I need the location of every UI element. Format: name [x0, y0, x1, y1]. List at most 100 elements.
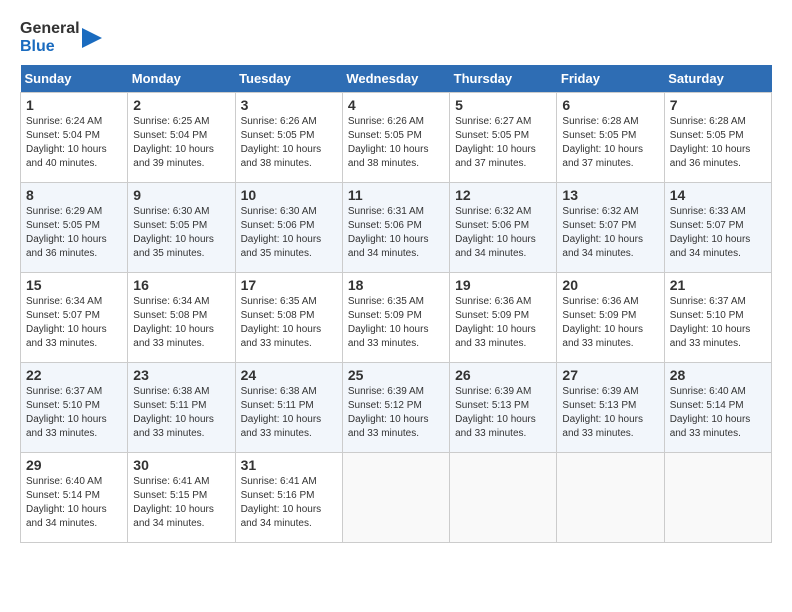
daylight-label: Daylight: 10 hours and 33 minutes.	[348, 324, 429, 349]
weekday-header: Wednesday	[342, 65, 449, 93]
day-number: 27	[562, 367, 658, 383]
sunrise-label: Sunrise: 6:28 AM	[670, 116, 746, 127]
logo: General Blue	[20, 20, 106, 55]
calendar-cell: 23 Sunrise: 6:38 AM Sunset: 5:11 PM Dayl…	[128, 363, 235, 453]
day-number: 14	[670, 187, 766, 203]
sunrise-label: Sunrise: 6:37 AM	[670, 296, 746, 307]
sunset-label: Sunset: 5:08 PM	[241, 310, 315, 321]
sunrise-label: Sunrise: 6:41 AM	[241, 476, 317, 487]
logo-line2: Blue	[20, 38, 80, 56]
day-number: 21	[670, 277, 766, 293]
day-number: 16	[133, 277, 229, 293]
day-info: Sunrise: 6:28 AM Sunset: 5:05 PM Dayligh…	[562, 115, 658, 171]
calendar-cell: 15 Sunrise: 6:34 AM Sunset: 5:07 PM Dayl…	[21, 273, 128, 363]
daylight-label: Daylight: 10 hours and 34 minutes.	[670, 234, 751, 259]
day-info: Sunrise: 6:26 AM Sunset: 5:05 PM Dayligh…	[241, 115, 337, 171]
calendar-cell: 16 Sunrise: 6:34 AM Sunset: 5:08 PM Dayl…	[128, 273, 235, 363]
calendar-cell: 10 Sunrise: 6:30 AM Sunset: 5:06 PM Dayl…	[235, 183, 342, 273]
day-info: Sunrise: 6:39 AM Sunset: 5:13 PM Dayligh…	[562, 385, 658, 441]
day-number: 2	[133, 97, 229, 113]
calendar-cell: 4 Sunrise: 6:26 AM Sunset: 5:05 PM Dayli…	[342, 93, 449, 183]
sunset-label: Sunset: 5:05 PM	[455, 130, 529, 141]
day-number: 19	[455, 277, 551, 293]
sunrise-label: Sunrise: 6:29 AM	[26, 206, 102, 217]
sunrise-label: Sunrise: 6:35 AM	[348, 296, 424, 307]
day-info: Sunrise: 6:32 AM Sunset: 5:07 PM Dayligh…	[562, 205, 658, 261]
weekday-header: Saturday	[664, 65, 771, 93]
day-number: 9	[133, 187, 229, 203]
calendar-week-row: 29 Sunrise: 6:40 AM Sunset: 5:14 PM Dayl…	[21, 453, 772, 543]
day-number: 1	[26, 97, 122, 113]
day-number: 28	[670, 367, 766, 383]
sunrise-label: Sunrise: 6:41 AM	[133, 476, 209, 487]
calendar-cell: 22 Sunrise: 6:37 AM Sunset: 5:10 PM Dayl…	[21, 363, 128, 453]
sunset-label: Sunset: 5:09 PM	[562, 310, 636, 321]
calendar-cell	[450, 453, 557, 543]
sunset-label: Sunset: 5:05 PM	[348, 130, 422, 141]
sunset-label: Sunset: 5:10 PM	[26, 400, 100, 411]
calendar-cell	[342, 453, 449, 543]
sunset-label: Sunset: 5:04 PM	[26, 130, 100, 141]
sunrise-label: Sunrise: 6:24 AM	[26, 116, 102, 127]
daylight-label: Daylight: 10 hours and 36 minutes.	[26, 234, 107, 259]
day-number: 24	[241, 367, 337, 383]
sunrise-label: Sunrise: 6:40 AM	[670, 386, 746, 397]
day-info: Sunrise: 6:39 AM Sunset: 5:12 PM Dayligh…	[348, 385, 444, 441]
day-number: 12	[455, 187, 551, 203]
day-info: Sunrise: 6:35 AM Sunset: 5:08 PM Dayligh…	[241, 295, 337, 351]
sunset-label: Sunset: 5:07 PM	[26, 310, 100, 321]
day-info: Sunrise: 6:34 AM Sunset: 5:07 PM Dayligh…	[26, 295, 122, 351]
sunrise-label: Sunrise: 6:34 AM	[26, 296, 102, 307]
sunset-label: Sunset: 5:04 PM	[133, 130, 207, 141]
day-info: Sunrise: 6:36 AM Sunset: 5:09 PM Dayligh…	[562, 295, 658, 351]
daylight-label: Daylight: 10 hours and 34 minutes.	[348, 234, 429, 259]
daylight-label: Daylight: 10 hours and 33 minutes.	[241, 414, 322, 439]
calendar-cell: 2 Sunrise: 6:25 AM Sunset: 5:04 PM Dayli…	[128, 93, 235, 183]
sunrise-label: Sunrise: 6:28 AM	[562, 116, 638, 127]
calendar-cell: 30 Sunrise: 6:41 AM Sunset: 5:15 PM Dayl…	[128, 453, 235, 543]
calendar-cell: 14 Sunrise: 6:33 AM Sunset: 5:07 PM Dayl…	[664, 183, 771, 273]
sunset-label: Sunset: 5:07 PM	[562, 220, 636, 231]
sunset-label: Sunset: 5:13 PM	[562, 400, 636, 411]
calendar-table: SundayMondayTuesdayWednesdayThursdayFrid…	[20, 65, 772, 543]
weekday-header: Monday	[128, 65, 235, 93]
day-number: 20	[562, 277, 658, 293]
calendar-cell: 27 Sunrise: 6:39 AM Sunset: 5:13 PM Dayl…	[557, 363, 664, 453]
sunrise-label: Sunrise: 6:31 AM	[348, 206, 424, 217]
day-info: Sunrise: 6:41 AM Sunset: 5:15 PM Dayligh…	[133, 475, 229, 531]
sunset-label: Sunset: 5:10 PM	[670, 310, 744, 321]
day-info: Sunrise: 6:34 AM Sunset: 5:08 PM Dayligh…	[133, 295, 229, 351]
day-number: 11	[348, 187, 444, 203]
sunrise-label: Sunrise: 6:25 AM	[133, 116, 209, 127]
sunset-label: Sunset: 5:15 PM	[133, 490, 207, 501]
sunrise-label: Sunrise: 6:32 AM	[562, 206, 638, 217]
daylight-label: Daylight: 10 hours and 35 minutes.	[133, 234, 214, 259]
sunrise-label: Sunrise: 6:30 AM	[241, 206, 317, 217]
day-info: Sunrise: 6:30 AM Sunset: 5:05 PM Dayligh…	[133, 205, 229, 261]
daylight-label: Daylight: 10 hours and 33 minutes.	[670, 324, 751, 349]
calendar-week-row: 1 Sunrise: 6:24 AM Sunset: 5:04 PM Dayli…	[21, 93, 772, 183]
calendar-cell: 1 Sunrise: 6:24 AM Sunset: 5:04 PM Dayli…	[21, 93, 128, 183]
weekday-header: Friday	[557, 65, 664, 93]
day-number: 17	[241, 277, 337, 293]
sunrise-label: Sunrise: 6:26 AM	[241, 116, 317, 127]
sunrise-label: Sunrise: 6:38 AM	[241, 386, 317, 397]
day-info: Sunrise: 6:37 AM Sunset: 5:10 PM Dayligh…	[670, 295, 766, 351]
day-number: 29	[26, 457, 122, 473]
calendar-cell: 29 Sunrise: 6:40 AM Sunset: 5:14 PM Dayl…	[21, 453, 128, 543]
sunrise-label: Sunrise: 6:30 AM	[133, 206, 209, 217]
sunset-label: Sunset: 5:11 PM	[241, 400, 314, 411]
sunrise-label: Sunrise: 6:34 AM	[133, 296, 209, 307]
day-info: Sunrise: 6:29 AM Sunset: 5:05 PM Dayligh…	[26, 205, 122, 261]
calendar-cell: 28 Sunrise: 6:40 AM Sunset: 5:14 PM Dayl…	[664, 363, 771, 453]
sunrise-label: Sunrise: 6:26 AM	[348, 116, 424, 127]
calendar-cell: 13 Sunrise: 6:32 AM Sunset: 5:07 PM Dayl…	[557, 183, 664, 273]
calendar-cell: 31 Sunrise: 6:41 AM Sunset: 5:16 PM Dayl…	[235, 453, 342, 543]
daylight-label: Daylight: 10 hours and 33 minutes.	[670, 414, 751, 439]
page-header: General Blue	[20, 20, 772, 55]
day-number: 15	[26, 277, 122, 293]
day-number: 18	[348, 277, 444, 293]
daylight-label: Daylight: 10 hours and 40 minutes.	[26, 144, 107, 169]
daylight-label: Daylight: 10 hours and 34 minutes.	[455, 234, 536, 259]
weekday-header: Sunday	[21, 65, 128, 93]
